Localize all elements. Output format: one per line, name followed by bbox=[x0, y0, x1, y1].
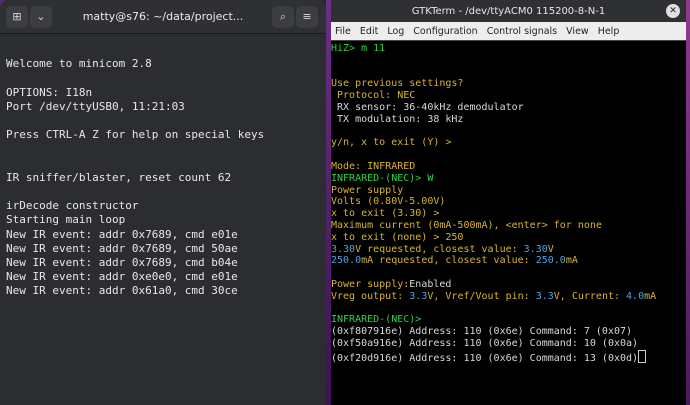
output-value: 3.3 bbox=[535, 290, 554, 302]
text-cursor bbox=[638, 349, 647, 363]
output-text: mA bbox=[644, 290, 657, 302]
output-value: 250.0 bbox=[535, 255, 566, 267]
search-button[interactable]: ⌕ bbox=[272, 5, 294, 28]
output-line: Port /dev/ttyUSB0, 11:21:03 bbox=[6, 99, 185, 113]
hamburger-icon: ≡ bbox=[302, 10, 312, 23]
output-line: Protocol: NEC bbox=[331, 90, 416, 102]
output-line: New IR event: addr 0x7689, cmd e01e bbox=[6, 227, 238, 241]
menu-file[interactable]: File bbox=[335, 26, 351, 37]
output-value: 3.30 bbox=[331, 243, 356, 255]
terminal-output[interactable]: Welcome to minicom 2.8 OPTIONS: I18n Port … bbox=[0, 34, 326, 404]
output-line: New IR event: addr 0x7689, cmd b04e bbox=[6, 255, 238, 269]
output-line: Use previous settings? bbox=[331, 78, 464, 90]
menu-control-signals[interactable]: Control signals bbox=[487, 26, 557, 37]
gtkterm-output[interactable]: HiZ> m 11 Use previous settings? Protoco… bbox=[331, 40, 686, 365]
output-text: V bbox=[547, 243, 554, 255]
output-line: x to exit (3.30) > bbox=[331, 208, 440, 220]
chevron-down-icon: ⌄ bbox=[36, 10, 46, 23]
output-value: 3.3 bbox=[409, 290, 428, 302]
menu-help[interactable]: Help bbox=[598, 26, 620, 37]
output-line: Volts (0.80V-5.00V) bbox=[331, 196, 446, 208]
output-line: IR sniffer/blaster, reset count 62 bbox=[6, 170, 232, 184]
output-value: 4.0 bbox=[626, 290, 645, 302]
tab-menu-button[interactable]: ⌄ bbox=[30, 5, 52, 28]
output-line: TX modulation: 38 kHz bbox=[331, 113, 464, 125]
output-line: New IR event: addr 0x61a0, cmd 30ce bbox=[6, 284, 238, 298]
terminal-headerbar: ⊞ ⌄ matty@s76: ~/data/project... ⌕ ≡ bbox=[0, 0, 326, 34]
output-line: (0xf50a916e) Address: 110 (0x6e) Command… bbox=[331, 337, 639, 349]
output-text: V, Current: bbox=[553, 290, 627, 302]
output-value: 3.30 bbox=[523, 243, 548, 255]
gtkterm-window: GTKTerm - /dev/ttyACM0 115200-8-N-1 ✕ Fi… bbox=[331, 0, 686, 405]
output-value: 250.0 bbox=[331, 255, 362, 267]
menu-configuration[interactable]: Configuration bbox=[413, 26, 477, 37]
gtkterm-title: GTKTerm - /dev/ttyACM0 115200-8-N-1 bbox=[411, 5, 606, 17]
menu-button[interactable]: ≡ bbox=[296, 5, 318, 28]
output-text: Power supply: bbox=[331, 278, 410, 290]
output-line: New IR event: addr 0xe0e0, cmd e01e bbox=[6, 270, 238, 284]
gtkterm-menubar: File Edit Log Configuration Control sign… bbox=[331, 22, 686, 40]
output-line: HiZ> m 11 bbox=[331, 43, 386, 54]
terminal-window: ⊞ ⌄ matty@s76: ~/data/project... ⌕ ≡ Wel… bbox=[0, 0, 326, 405]
output-line: (0xf20d916e) Address: 110 (0x6e) Command… bbox=[331, 352, 639, 364]
menu-edit[interactable]: Edit bbox=[360, 26, 378, 37]
output-line: y/n, x to exit (Y) > bbox=[331, 137, 452, 149]
output-line: New IR event: addr 0x7689, cmd 50ae bbox=[6, 241, 238, 255]
output-line: Starting main loop bbox=[6, 213, 126, 227]
output-line: INFRARED-(NEC)> W bbox=[331, 172, 434, 184]
output-line: RX sensor: 36-40kHz demodulator bbox=[331, 101, 524, 113]
output-line: x to exit (none) > 250 bbox=[331, 231, 464, 243]
close-icon: ✕ bbox=[669, 6, 677, 16]
menu-view[interactable]: View bbox=[566, 26, 589, 37]
output-line: Press CTRL-A Z for help on special keys bbox=[6, 128, 265, 142]
output-text: V requested, closest value: bbox=[355, 243, 524, 255]
output-line: Power supply bbox=[331, 184, 404, 196]
output-line: (0xf807916e) Address: 110 (0x6e) Command… bbox=[331, 326, 633, 338]
output-line: Maximum current (0mA-500mA), <enter> for… bbox=[331, 219, 602, 231]
new-tab-icon: ⊞ bbox=[12, 10, 22, 23]
new-tab-button[interactable]: ⊞ bbox=[6, 5, 28, 28]
close-button[interactable]: ✕ bbox=[666, 4, 680, 18]
search-icon: ⌕ bbox=[279, 9, 287, 23]
output-line: Welcome to minicom 2.8 bbox=[6, 57, 152, 71]
gtkterm-titlebar: GTKTerm - /dev/ttyACM0 115200-8-N-1 ✕ bbox=[331, 0, 686, 22]
menu-log[interactable]: Log bbox=[387, 26, 404, 37]
output-text: mA bbox=[565, 255, 578, 267]
output-text: Vreg output: bbox=[331, 290, 410, 302]
terminal-title: matty@s76: ~/data/project... bbox=[82, 10, 244, 23]
output-text: Enabled bbox=[409, 278, 452, 290]
output-text: V, Vref/Vout pin: bbox=[427, 290, 536, 302]
output-text: mA requested, closest value: bbox=[361, 255, 536, 267]
output-line: OPTIONS: I18n bbox=[6, 85, 93, 99]
output-line: INFRARED-(NEC)> bbox=[331, 314, 422, 326]
output-line: irDecode constructor bbox=[6, 199, 139, 213]
output-line: Mode: INFRARED bbox=[331, 160, 416, 172]
